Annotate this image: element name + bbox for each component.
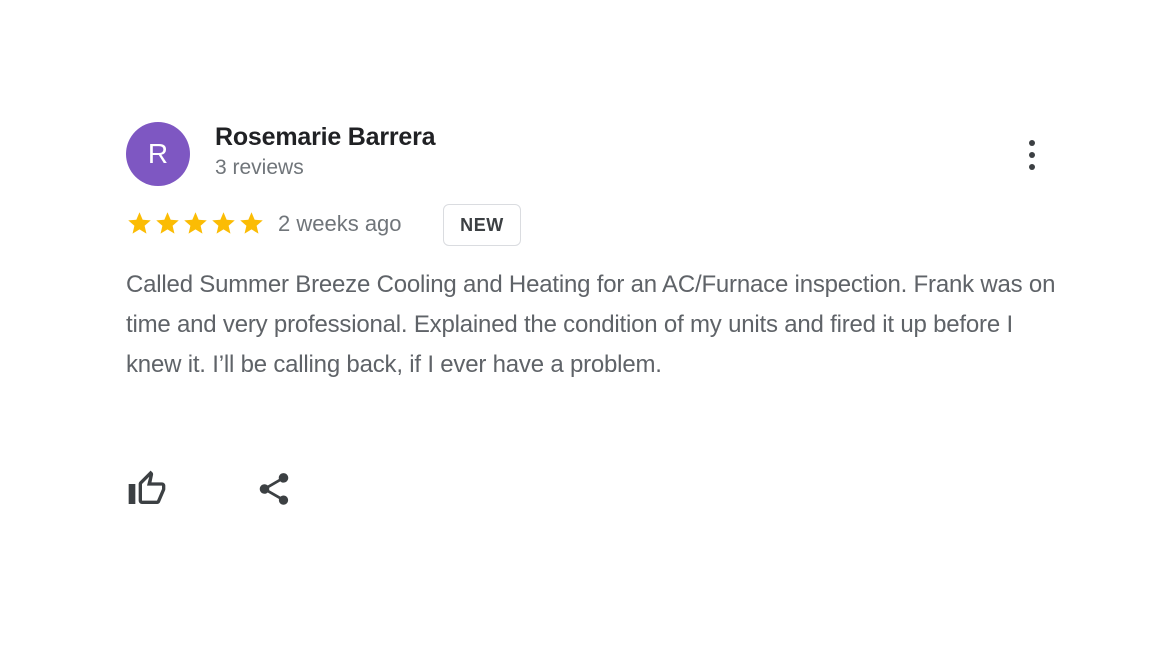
more-options-button[interactable] (1014, 134, 1050, 176)
share-button[interactable] (253, 468, 295, 510)
more-vert-icon (1029, 140, 1035, 146)
star-icon (128, 212, 151, 234)
star-icon (240, 212, 263, 234)
rating-row: 2 weeks ago NEW (126, 204, 1056, 248)
review-text: Called Summer Breeze Cooling and Heating… (126, 271, 1056, 378)
star-rating (126, 210, 265, 237)
review-time: 2 weeks ago (278, 211, 402, 236)
author-review-count: 3 reviews (215, 156, 304, 179)
avatar-initial: R (147, 138, 169, 169)
star-icon (184, 212, 207, 234)
share-icon (259, 473, 289, 505)
more-vert-icon-dot (1029, 164, 1035, 170)
review-actions (126, 468, 426, 510)
review-header: R Rosemarie Barrera 3 reviews (126, 122, 1056, 188)
like-button[interactable] (126, 468, 168, 510)
review-card: R Rosemarie Barrera 3 reviews 2 weeks ag… (126, 122, 1056, 505)
author-name[interactable]: Rosemarie Barrera (215, 123, 436, 152)
thumb-up-icon (128, 470, 166, 504)
more-vert-icon-dot (1029, 152, 1035, 158)
star-icon (156, 212, 179, 234)
star-icon (212, 212, 235, 234)
avatar[interactable]: R (126, 122, 190, 186)
new-badge: NEW (443, 204, 521, 246)
